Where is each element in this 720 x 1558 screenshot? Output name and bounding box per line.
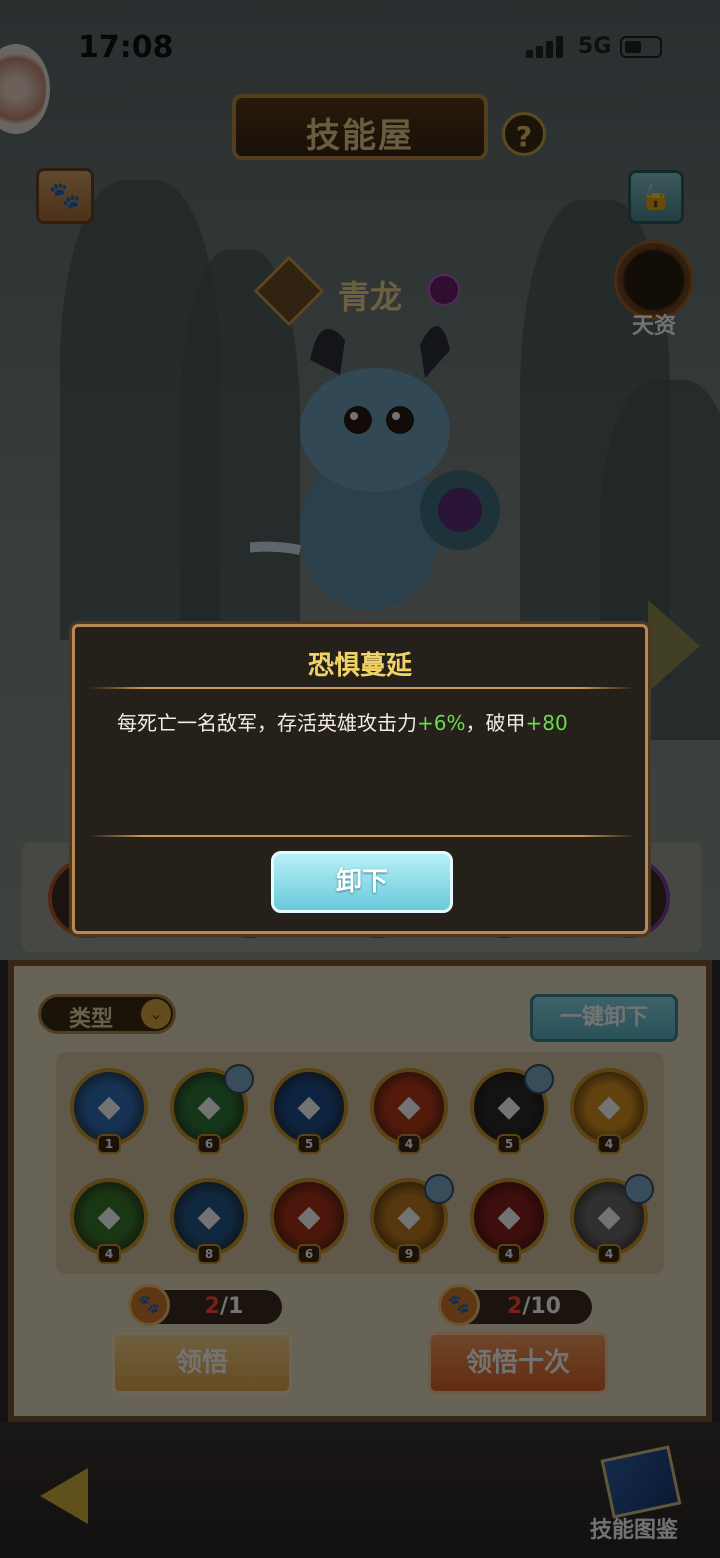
comprehend-ten-total: /10 <box>522 1294 561 1319</box>
skill-level: 4 <box>97 1244 121 1264</box>
skill-level: 9 <box>397 1244 421 1264</box>
water-wave-skill-icon: ◆ <box>97 1089 121 1124</box>
divider <box>89 835 635 837</box>
paw-button[interactable]: 🐾 <box>36 168 94 224</box>
skill-slot[interactable]: ◆ 6 <box>170 1064 254 1154</box>
comprehend-total: /1 <box>219 1294 244 1319</box>
skill-level: 5 <box>497 1134 521 1154</box>
network-type: 5G <box>578 34 612 59</box>
azure-dragon-illustration <box>250 326 500 610</box>
attack-bonus-value: +6% <box>417 711 466 735</box>
skill-slot[interactable]: ◆ 5 <box>270 1068 348 1154</box>
paw-token-icon: 🐾 <box>438 1284 480 1326</box>
back-arrow-icon[interactable] <box>40 1468 88 1524</box>
unlock-button[interactable]: 🔓 <box>628 170 684 224</box>
divider <box>89 687 635 689</box>
skill-slot[interactable]: ◆ 5 <box>470 1064 554 1154</box>
unequip-button[interactable]: 卸下 <box>271 851 453 913</box>
water-skill-icon: ◆ <box>297 1089 321 1124</box>
paw-icon: 🐾 <box>48 181 82 211</box>
skill-level: 4 <box>497 1244 521 1264</box>
battery-icon <box>620 36 662 58</box>
status-bar: 17:08 5G <box>0 0 720 90</box>
skill-slot[interactable]: ◆ 4 <box>570 1068 648 1154</box>
skill-slot[interactable]: ◆ 9 <box>370 1174 454 1264</box>
skill-level: 6 <box>297 1244 321 1264</box>
dialog-title: 恐惧蔓延 <box>307 651 412 681</box>
skill-slot[interactable]: ◆ 4 <box>470 1178 548 1264</box>
type-filter-dropdown[interactable]: 类型 ⌄ <box>38 994 176 1034</box>
desc-text: 每死亡一名敌军，存活英雄攻击力 <box>117 711 417 735</box>
unequip-all-button[interactable]: 一键卸下 <box>530 994 678 1042</box>
next-hero-arrow[interactable] <box>648 600 700 692</box>
skill-grid <box>56 1052 664 1274</box>
dialog-description: 每死亡一名敌军，存活英雄攻击力+6%，破甲+80 <box>117 707 568 736</box>
skill-slot[interactable]: ◆ 6 <box>270 1178 348 1264</box>
talent-label: 天资 <box>632 314 677 339</box>
equipped-tag-icon <box>624 1174 654 1204</box>
comprehend-current: 2 <box>204 1294 220 1319</box>
skill-slot[interactable]: ◆ 8 <box>170 1178 248 1264</box>
signal-icon <box>526 36 566 58</box>
mind-skill-icon: ◆ <box>197 1199 221 1234</box>
desc-text: ，破甲 <box>465 711 526 735</box>
skill-level: 4 <box>397 1134 421 1154</box>
equipped-tag-icon <box>424 1174 454 1204</box>
help-button[interactable]: ? <box>502 112 546 156</box>
comprehend-ten-cost: 🐾 2/10 <box>438 1284 592 1326</box>
wing-boot-skill-icon: ◆ <box>97 1199 121 1234</box>
page-title: 技能屋 <box>306 116 414 156</box>
type-filter-label: 类型 <box>69 1007 114 1032</box>
skill-level: 4 <box>597 1244 621 1264</box>
unlock-icon: 🔓 <box>639 182 673 212</box>
comprehend-ten-button[interactable]: 领悟十次 <box>428 1332 608 1394</box>
comprehend-cost: 🐾 2/1 <box>128 1284 282 1326</box>
sun-skill-icon: ◆ <box>597 1089 621 1124</box>
title-plate: 技能屋 <box>232 94 488 160</box>
fire-skill-icon: ◆ <box>397 1089 421 1124</box>
skill-slot[interactable]: ◆ 4 <box>570 1174 654 1264</box>
skill-level: 5 <box>297 1134 321 1154</box>
skill-slot[interactable]: ◆ 4 <box>70 1178 148 1264</box>
armor-break-value: +80 <box>525 711 568 735</box>
comprehend-button[interactable]: 领悟 <box>112 1332 292 1394</box>
status-time: 17:08 <box>78 30 174 65</box>
warrior-skill-icon: ◆ <box>497 1199 521 1234</box>
skill-level: 4 <box>597 1134 621 1154</box>
chevron-down-icon: ⌄ <box>141 999 171 1029</box>
skill-detail-dialog: 恐惧蔓延 每死亡一名敌军，存活英雄攻击力+6%，破甲+80 卸下 <box>72 624 648 934</box>
skill-codex-label[interactable]: 技能图鉴 <box>590 1512 678 1544</box>
equipped-tag-icon <box>524 1064 554 1094</box>
comprehend-ten-current: 2 <box>507 1294 523 1319</box>
skill-level: 8 <box>197 1244 221 1264</box>
equipped-tag-icon <box>224 1064 254 1094</box>
skill-slot[interactable]: ◆ 1 <box>70 1068 148 1154</box>
skill-level: 1 <box>97 1134 121 1154</box>
skill-slot[interactable]: ◆ 4 <box>370 1068 448 1154</box>
fist-skill-icon: ◆ <box>297 1199 321 1234</box>
skill-level: 6 <box>197 1134 221 1154</box>
paw-token-icon: 🐾 <box>128 1284 170 1326</box>
